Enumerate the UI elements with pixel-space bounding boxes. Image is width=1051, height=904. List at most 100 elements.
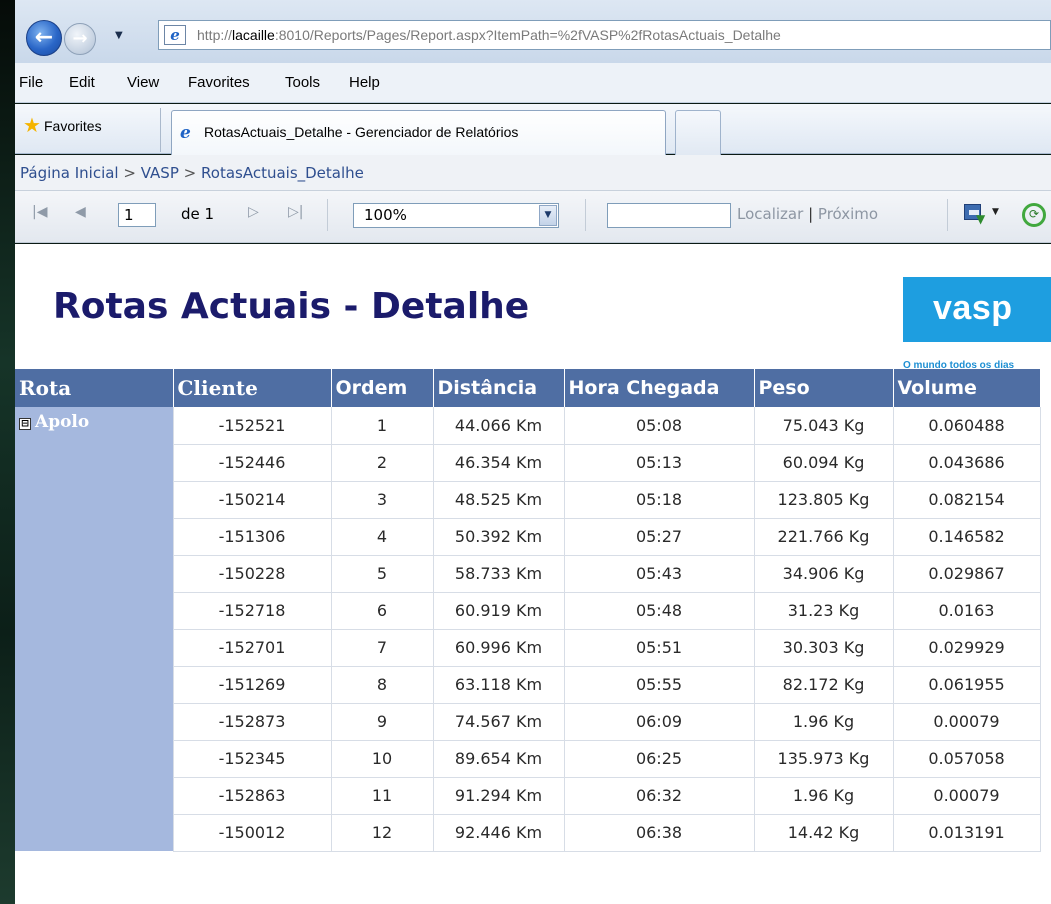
menu-file[interactable]: File <box>19 74 43 91</box>
cell-distancia: 50.392 Km <box>432 518 565 556</box>
divider <box>947 199 948 231</box>
cell-distancia: 63.118 Km <box>432 666 565 704</box>
cell-peso: 75.043 Kg <box>753 407 894 445</box>
cell-peso: 82.172 Kg <box>753 666 894 704</box>
cell-cliente: -150012 <box>172 814 332 852</box>
back-button[interactable]: ← <box>26 20 62 56</box>
cell-ordem: 2 <box>330 444 434 482</box>
cell-hora-chegada: 06:38 <box>563 814 755 852</box>
address-field[interactable]: http://lacaille:8010/Reports/Pages/Repor… <box>158 20 1051 50</box>
column-header-volume: Volume <box>893 369 1041 407</box>
column-header-distancia: Distância <box>433 369 565 407</box>
find-input[interactable] <box>607 203 731 228</box>
cell-hora-chegada: 05:13 <box>563 444 755 482</box>
cell-cliente: -151269 <box>172 666 332 704</box>
export-icon[interactable]: ▼ <box>963 201 985 226</box>
first-page-icon[interactable]: |◀ <box>32 204 47 220</box>
breadcrumb: Página Inicial > VASP > RotasActuais_Det… <box>15 155 1051 191</box>
cell-cliente: -151306 <box>172 518 332 556</box>
cell-ordem: 12 <box>330 814 434 852</box>
group-cell-rota: ⊟ Apolo <box>15 407 173 851</box>
zoom-select[interactable]: 100% ▼ <box>353 203 559 228</box>
column-header-rota: Rota <box>15 369 174 407</box>
breadcrumb-current[interactable]: RotasActuais_Detalhe <box>201 164 364 182</box>
column-header-cliente: Cliente <box>173 369 332 407</box>
cell-cliente: -150214 <box>172 481 332 519</box>
breadcrumb-home[interactable]: Página Inicial <box>20 164 119 182</box>
cell-cliente: -152521 <box>172 407 332 445</box>
find-link[interactable]: Localizar <box>737 205 803 223</box>
cell-hora-chegada: 05:27 <box>563 518 755 556</box>
cell-volume: 0.029867 <box>892 555 1041 593</box>
cell-distancia: 44.066 Km <box>432 407 565 445</box>
cell-hora-chegada: 05:43 <box>563 555 755 593</box>
routes-table: Rota Cliente Ordem Distância Hora Chegad… <box>15 369 1041 852</box>
cell-peso: 34.906 Kg <box>753 555 894 593</box>
cell-distancia: 89.654 Km <box>432 740 565 778</box>
table-header-row: Rota Cliente Ordem Distância Hora Chegad… <box>15 369 1041 407</box>
menu-favorites[interactable]: Favorites <box>188 74 250 91</box>
breadcrumb-separator: > <box>123 164 136 182</box>
tab-bar: ★ Favorites e RotasActuais_Detalhe - Ger… <box>0 104 1051 155</box>
star-icon: ★ <box>23 115 41 137</box>
page-number-input[interactable]: 1 <box>118 203 156 227</box>
divider <box>160 108 161 152</box>
tab-title: RotasActuais_Detalhe - Gerenciador de Re… <box>204 124 519 140</box>
menu-view[interactable]: View <box>127 74 159 91</box>
next-link[interactable]: Próximo <box>818 205 878 223</box>
favorites-label: Favorites <box>44 118 102 134</box>
report-toolbar: |◀ ◀ 1 de 1 ▷ ▷| 100% ▼ Localizar | Próx… <box>15 191 1051 243</box>
collapse-toggle-icon[interactable]: ⊟ <box>19 417 31 430</box>
cell-cliente: -152446 <box>172 444 332 482</box>
report-title: Rotas Actuais - Detalhe <box>53 286 530 327</box>
cell-distancia: 91.294 Km <box>432 777 565 815</box>
favorites-button[interactable]: ★ Favorites <box>23 115 102 137</box>
cell-hora-chegada: 05:48 <box>563 592 755 630</box>
address-toolbar: ← → ▼ http://lacaille:8010/Reports/Pages… <box>0 0 1051 63</box>
recent-pages-dropdown-icon[interactable]: ▼ <box>115 30 123 41</box>
export-dropdown-icon[interactable]: ▼ <box>992 207 999 217</box>
cell-distancia: 48.525 Km <box>432 481 565 519</box>
menu-help[interactable]: Help <box>349 74 380 91</box>
tab-report[interactable]: e RotasActuais_Detalhe - Gerenciador de … <box>171 110 666 155</box>
forward-arrow-icon: → <box>72 28 88 49</box>
cell-ordem: 8 <box>330 666 434 704</box>
cell-ordem: 6 <box>330 592 434 630</box>
cell-peso: 1.96 Kg <box>753 777 894 815</box>
find-links: Localizar | Próximo <box>737 205 878 223</box>
cell-distancia: 92.446 Km <box>432 814 565 852</box>
cell-cliente: -152701 <box>172 629 332 667</box>
new-tab-button[interactable] <box>675 110 721 155</box>
cell-hora-chegada: 06:09 <box>563 703 755 741</box>
menu-edit[interactable]: Edit <box>69 74 95 91</box>
breadcrumb-folder[interactable]: VASP <box>141 164 179 182</box>
next-page-icon[interactable]: ▷ <box>248 204 259 220</box>
cell-volume: 0.013191 <box>892 814 1041 852</box>
cell-distancia: 60.919 Km <box>432 592 565 630</box>
cell-cliente: -152345 <box>172 740 332 778</box>
cell-volume: 0.146582 <box>892 518 1041 556</box>
cell-hora-chegada: 05:08 <box>563 407 755 445</box>
page-ie-icon: e <box>164 25 186 45</box>
cell-volume: 0.029929 <box>892 629 1041 667</box>
breadcrumb-separator: > <box>183 164 197 182</box>
chevron-down-icon[interactable]: ▼ <box>539 205 557 226</box>
cell-volume: 0.00079 <box>892 777 1041 815</box>
cell-hora-chegada: 05:51 <box>563 629 755 667</box>
desktop-edge-left <box>0 0 15 904</box>
cell-peso: 1.96 Kg <box>753 703 894 741</box>
cell-peso: 14.42 Kg <box>753 814 894 852</box>
cell-cliente: -150228 <box>172 555 332 593</box>
previous-page-icon[interactable]: ◀ <box>75 204 86 220</box>
menu-tools[interactable]: Tools <box>285 74 320 91</box>
forward-button[interactable]: → <box>64 23 96 55</box>
cell-volume: 0.061955 <box>892 666 1041 704</box>
cell-distancia: 46.354 Km <box>432 444 565 482</box>
cell-cliente: -152873 <box>172 703 332 741</box>
cell-volume: 0.00079 <box>892 703 1041 741</box>
refresh-icon[interactable]: ⟳ <box>1022 203 1046 227</box>
last-page-icon[interactable]: ▷| <box>288 204 303 220</box>
zoom-value: 100% <box>364 206 407 224</box>
cell-ordem: 7 <box>330 629 434 667</box>
page-count: de 1 <box>181 205 215 223</box>
